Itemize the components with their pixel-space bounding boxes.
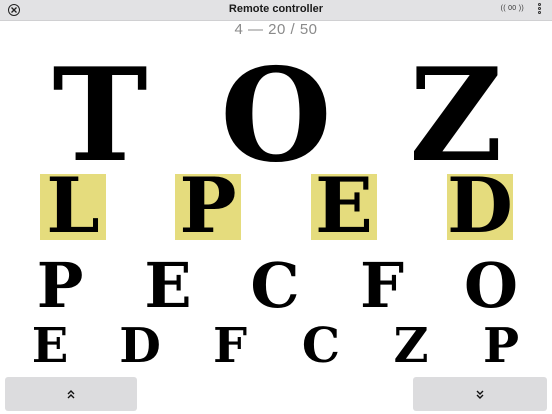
chart-letter: C — [250, 249, 300, 322]
chart-letter: F — [212, 318, 248, 374]
chart-letter-highlighted: D — [447, 161, 513, 250]
chart-letter: E — [144, 249, 192, 322]
chart-letter: F — [359, 249, 405, 322]
more-options-icon[interactable] — [536, 3, 542, 17]
chart-letter: O — [463, 249, 518, 322]
double-chevron-up-icon — [67, 390, 75, 399]
chart-letter: E — [31, 318, 69, 374]
acuity-level: 4 — 20 / 50 — [234, 21, 318, 38]
chart-letter: D — [119, 318, 161, 374]
chart-letter: P — [36, 249, 84, 322]
chart-letter: P — [482, 318, 520, 374]
chart-letter-highlighted: L — [40, 168, 106, 244]
connection-status: (( 00 )) — [500, 5, 524, 12]
chart-letter-highlighted: P — [175, 168, 241, 244]
previous-level-button[interactable] — [5, 377, 137, 411]
window-title: Remote controller — [228, 3, 324, 15]
chart-letter: Z — [393, 318, 429, 374]
next-level-button[interactable] — [413, 377, 547, 411]
chart-letter: C — [301, 318, 341, 374]
title-bar: Remote controller (( 00 )) — [0, 0, 552, 21]
double-chevron-down-icon — [476, 390, 484, 400]
remote-controller-app: Remote controller (( 00 )) 4 — 20 / 50 T… — [0, 0, 552, 414]
chart-letter-highlighted: E — [311, 168, 377, 244]
